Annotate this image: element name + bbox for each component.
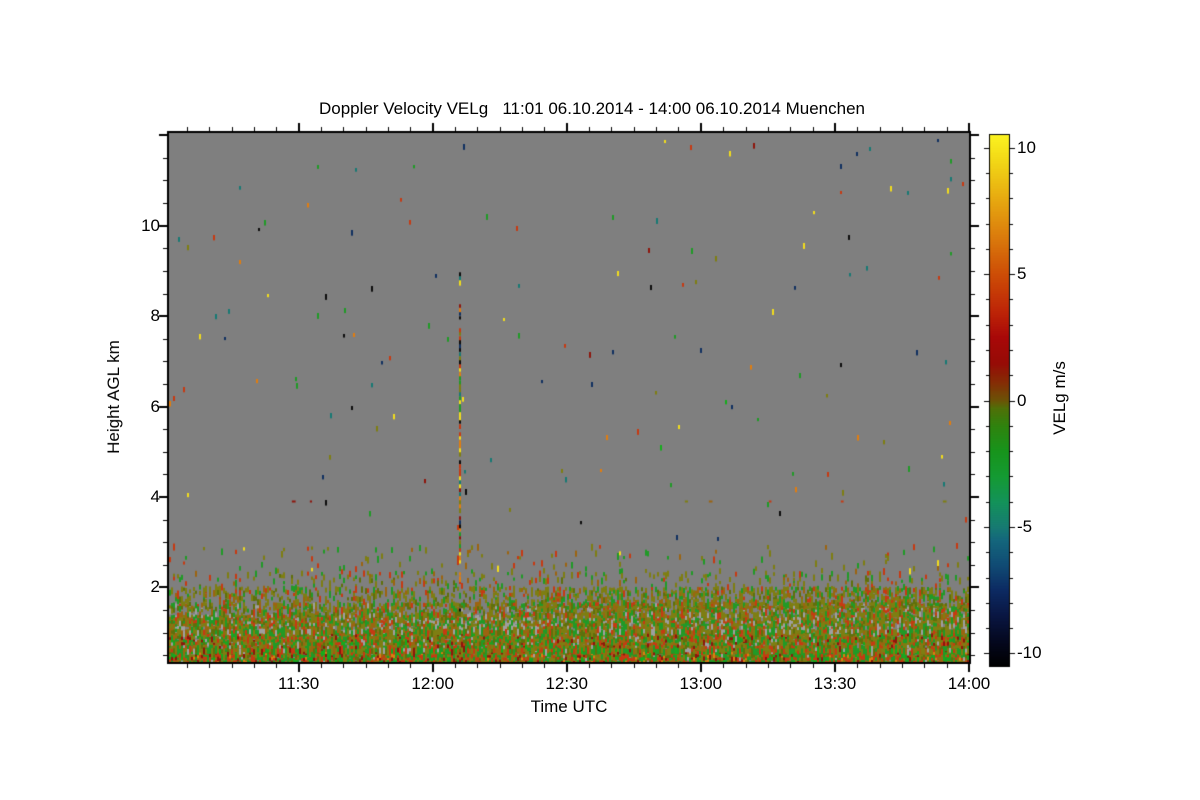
colorbar-tick-label: -10 (1017, 643, 1042, 663)
x-tick-label: 12:30 (545, 674, 589, 693)
tick-labels-layer: 11:30 12:00 12:30 13:00 13:30 14:00 2 4 6 8 10 10 5 0… (0, 0, 1200, 800)
x-tick-label: 13:30 (813, 674, 857, 693)
y-tick-label: 6 (150, 396, 160, 416)
x-tick-label: 11:30 (277, 674, 320, 693)
y-tick-label: 4 (150, 486, 160, 506)
y-tick-label: 10 (141, 215, 160, 235)
doppler-velocity-figure: Doppler Velocity VELg 11:01 06.10.2014 -… (0, 0, 1200, 800)
colorbar-tick-label: 5 (1017, 264, 1027, 284)
colorbar-tick-label: -5 (1017, 516, 1033, 536)
colorbar-tick-label: 10 (1017, 137, 1036, 157)
x-tick-label: 12:00 (411, 674, 454, 693)
x-tick-label: 14:00 (947, 674, 991, 693)
y-tick-label: 8 (150, 306, 160, 326)
y-tick-label: 2 (150, 577, 160, 597)
colorbar-tick-label: 0 (1017, 390, 1027, 410)
x-tick-label: 13:00 (679, 674, 723, 693)
